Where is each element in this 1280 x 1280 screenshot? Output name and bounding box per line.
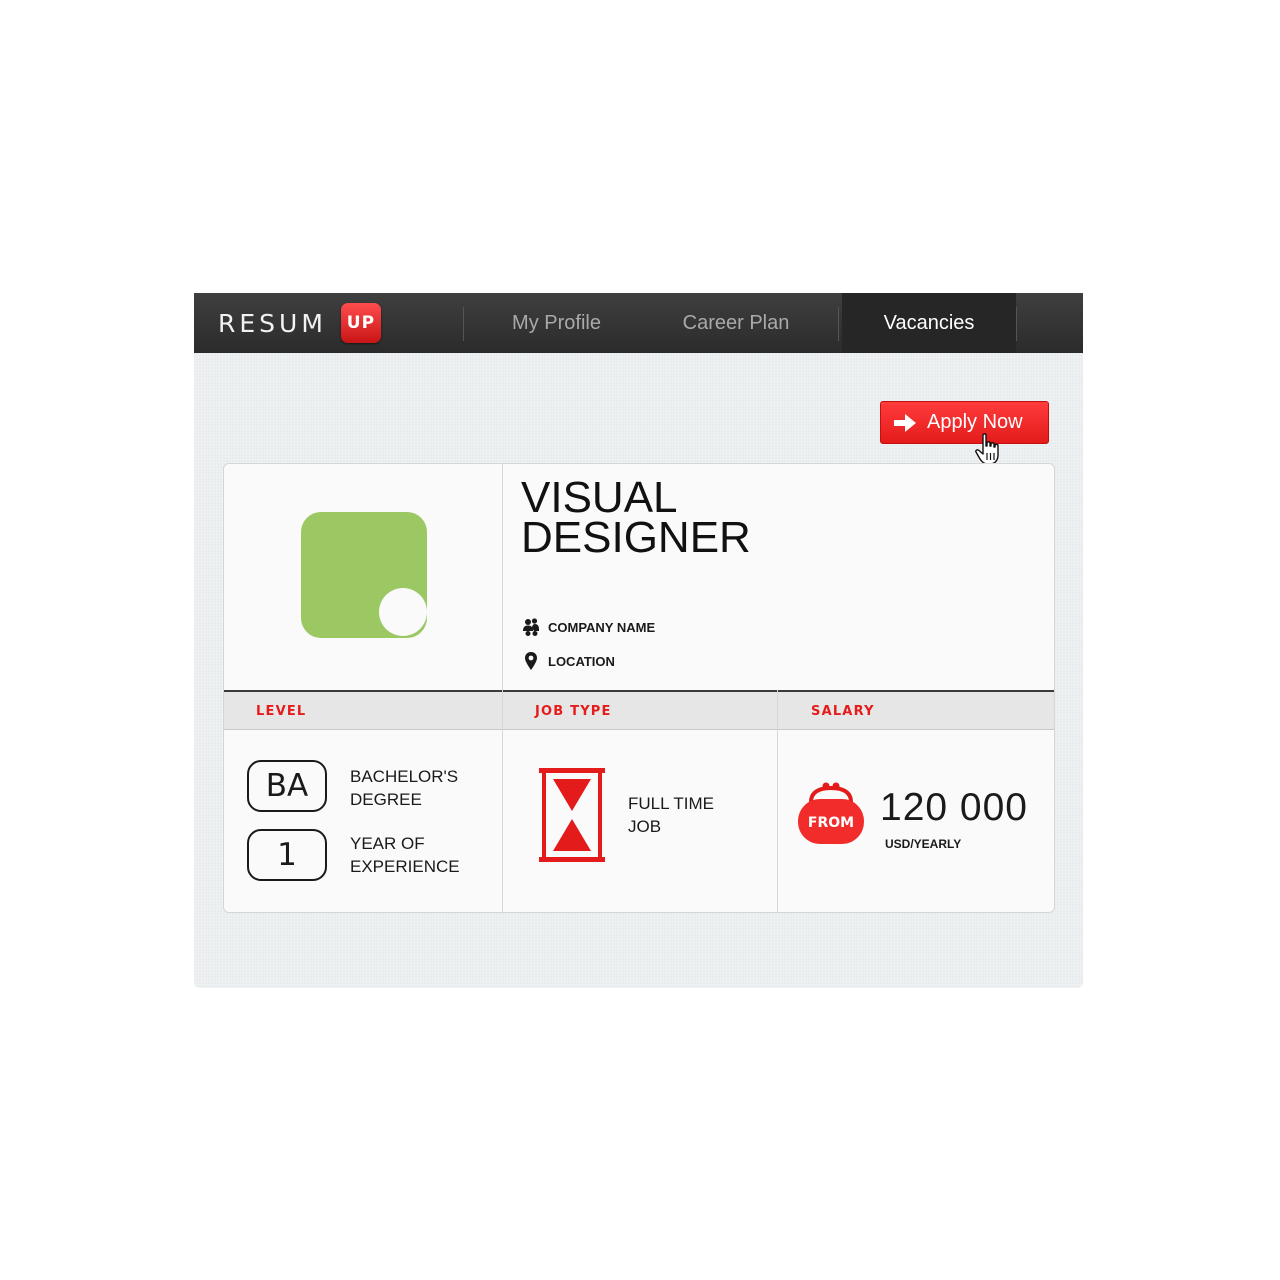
experience-badge: 1: [247, 829, 327, 881]
stats-header: LEVEL JOB TYPE SALARY: [224, 690, 1054, 730]
job-title-line2: DESIGNER: [521, 513, 751, 562]
vacancy-header: VISUAL DESIGNER COMPANY NAME LOCATION: [224, 464, 1054, 690]
people-icon: [523, 618, 539, 636]
vacancy-card: VISUAL DESIGNER COMPANY NAME LOCATION LE…: [223, 463, 1055, 913]
nav-divider: [463, 307, 464, 341]
job-type-heading: JOB TYPE: [535, 704, 612, 719]
purse-icon: FROM: [798, 782, 864, 844]
brand-name: RESUM: [218, 308, 327, 338]
salary-heading: SALARY: [811, 704, 875, 719]
level-heading: LEVEL: [256, 704, 307, 719]
brand-logo[interactable]: RESUM UP: [218, 302, 381, 344]
vacancy-window: RESUM UP My Profile Career Plan Vacancie…: [194, 293, 1083, 988]
nav-divider: [838, 307, 839, 341]
experience-line1: YEAR OF: [350, 834, 425, 853]
stats-divider: [777, 690, 778, 912]
arrow-right-icon: [894, 413, 916, 432]
salary-amount: 120 000: [880, 786, 1028, 829]
job-type-text: FULL TIME JOB: [628, 792, 768, 838]
nav-divider: [1016, 307, 1017, 341]
stats-divider: [502, 690, 503, 912]
nav-tab-career-plan[interactable]: Career Plan: [652, 293, 820, 353]
experience-text: YEAR OF EXPERIENCE: [350, 832, 490, 878]
hourglass-icon: [539, 768, 605, 862]
job-title: VISUAL DESIGNER: [521, 473, 1021, 562]
company-logo: [301, 512, 427, 638]
job-type-line1: FULL TIME: [628, 794, 714, 813]
experience-line2: EXPERIENCE: [350, 857, 460, 876]
apply-now-button[interactable]: Apply Now: [880, 401, 1049, 444]
degree-line2: DEGREE: [350, 790, 422, 809]
company-name: COMPANY NAME: [548, 619, 656, 635]
brand-badge: UP: [340, 303, 381, 343]
job-type-line2: JOB: [628, 817, 662, 836]
top-navbar: RESUM UP My Profile Career Plan Vacancie…: [194, 293, 1083, 353]
apply-now-label: Apply Now: [927, 411, 1023, 433]
job-title-line1: VISUAL: [521, 473, 678, 522]
degree-line1: BACHELOR'S: [350, 767, 459, 786]
degree-badge: BA: [247, 760, 327, 812]
salary-prefix: FROM: [808, 815, 854, 831]
degree-text: BACHELOR'S DEGREE: [350, 765, 490, 811]
company-row: COMPANY NAME: [521, 617, 655, 637]
header-divider: [502, 464, 503, 690]
salary-unit: USD/YEARLY: [885, 837, 962, 851]
location-pin-icon: [525, 652, 537, 670]
nav-tab-vacancies[interactable]: Vacancies: [842, 293, 1016, 353]
location: LOCATION: [548, 653, 615, 669]
hand-cursor-icon: [975, 433, 999, 465]
nav-tab-my-profile[interactable]: My Profile: [484, 293, 629, 353]
location-row: LOCATION: [521, 651, 615, 671]
